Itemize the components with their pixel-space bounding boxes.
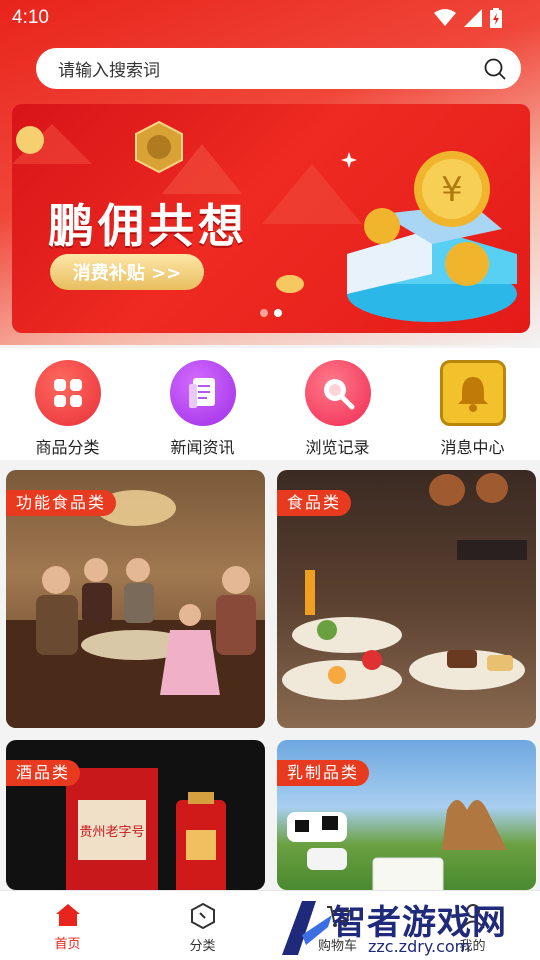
banner-pagination: [260, 309, 282, 317]
quick-label: 新闻资讯: [170, 438, 235, 457]
status-icons: [434, 8, 502, 28]
category-tag: 功能食品类: [6, 490, 117, 516]
bell-icon: [457, 377, 488, 412]
pagination-dot[interactable]: [260, 309, 268, 317]
quick-item-history[interactable]: 浏览记录: [270, 348, 405, 460]
tab-profile[interactable]: 我的: [405, 891, 540, 960]
quick-label: 商品分类: [35, 438, 100, 457]
promo-banner[interactable]: 鹏佣共想 消费补贴 >> ¥: [12, 104, 530, 333]
tab-label: 分类: [189, 939, 216, 954]
user-icon: [460, 904, 485, 929]
search-icon[interactable]: [483, 57, 507, 81]
quick-label: 浏览记录: [305, 438, 370, 457]
tab-label: 首页: [54, 937, 81, 952]
battery-icon: [490, 8, 502, 28]
quick-circle: [34, 360, 101, 426]
subsidy-button[interactable]: 消费补贴 >>: [50, 254, 204, 290]
svg-text:¥: ¥: [441, 170, 463, 210]
document-icon: [188, 378, 215, 408]
home-icon: [55, 904, 80, 926]
pagination-dot-active[interactable]: [274, 309, 282, 317]
svg-text:贵州老字号: 贵州老字号: [79, 825, 144, 840]
status-time: 4:10: [12, 7, 49, 28]
coin-chart-illustration: ¥: [347, 151, 517, 322]
quick-circle: [439, 360, 506, 426]
grid-icon: [53, 379, 82, 407]
category-tag: 乳制品类: [277, 760, 370, 786]
quick-label: 消息中心: [440, 438, 505, 457]
bottom-tab-bar: 首页 分类 购物车 我的: [0, 890, 540, 960]
category-card-liquor[interactable]: 贵州老字号 酒品类: [6, 740, 265, 890]
quick-circle: [169, 360, 236, 426]
tab-home[interactable]: 首页: [0, 891, 135, 960]
search-input[interactable]: 请输入搜索词: [58, 56, 483, 81]
status-bar: 4:10: [0, 0, 540, 36]
category-tag: 酒品类: [6, 760, 81, 786]
quick-item-messages[interactable]: 消息中心: [405, 348, 540, 460]
category-card-dairy[interactable]: 乳制品类: [277, 740, 536, 890]
category-card-food[interactable]: 食品类: [277, 470, 536, 728]
quick-item-categories[interactable]: 商品分类: [0, 348, 135, 460]
category-tag: 食品类: [277, 490, 352, 516]
tab-label: 购物车: [317, 939, 357, 954]
wifi-icon: [434, 9, 456, 26]
cart-icon: [326, 906, 350, 927]
tab-category[interactable]: 分类: [135, 891, 270, 960]
brand-logo-icon: [135, 120, 183, 174]
banner-title: 鹏佣共想: [48, 199, 248, 253]
category-icon: [190, 903, 215, 929]
quick-item-news[interactable]: 新闻资讯: [135, 348, 270, 460]
magnifier-icon: [323, 379, 354, 410]
quick-circle: [304, 360, 371, 426]
tab-cart[interactable]: 购物车: [270, 891, 405, 960]
quick-menu: 商品分类 新闻资讯 浏览记录 消息中心: [0, 348, 540, 460]
search-bar[interactable]: 请输入搜索词: [36, 48, 521, 89]
signal-icon: [464, 9, 482, 27]
category-card-functional-food[interactable]: 功能食品类: [6, 470, 265, 728]
tab-label: 我的: [459, 939, 486, 954]
